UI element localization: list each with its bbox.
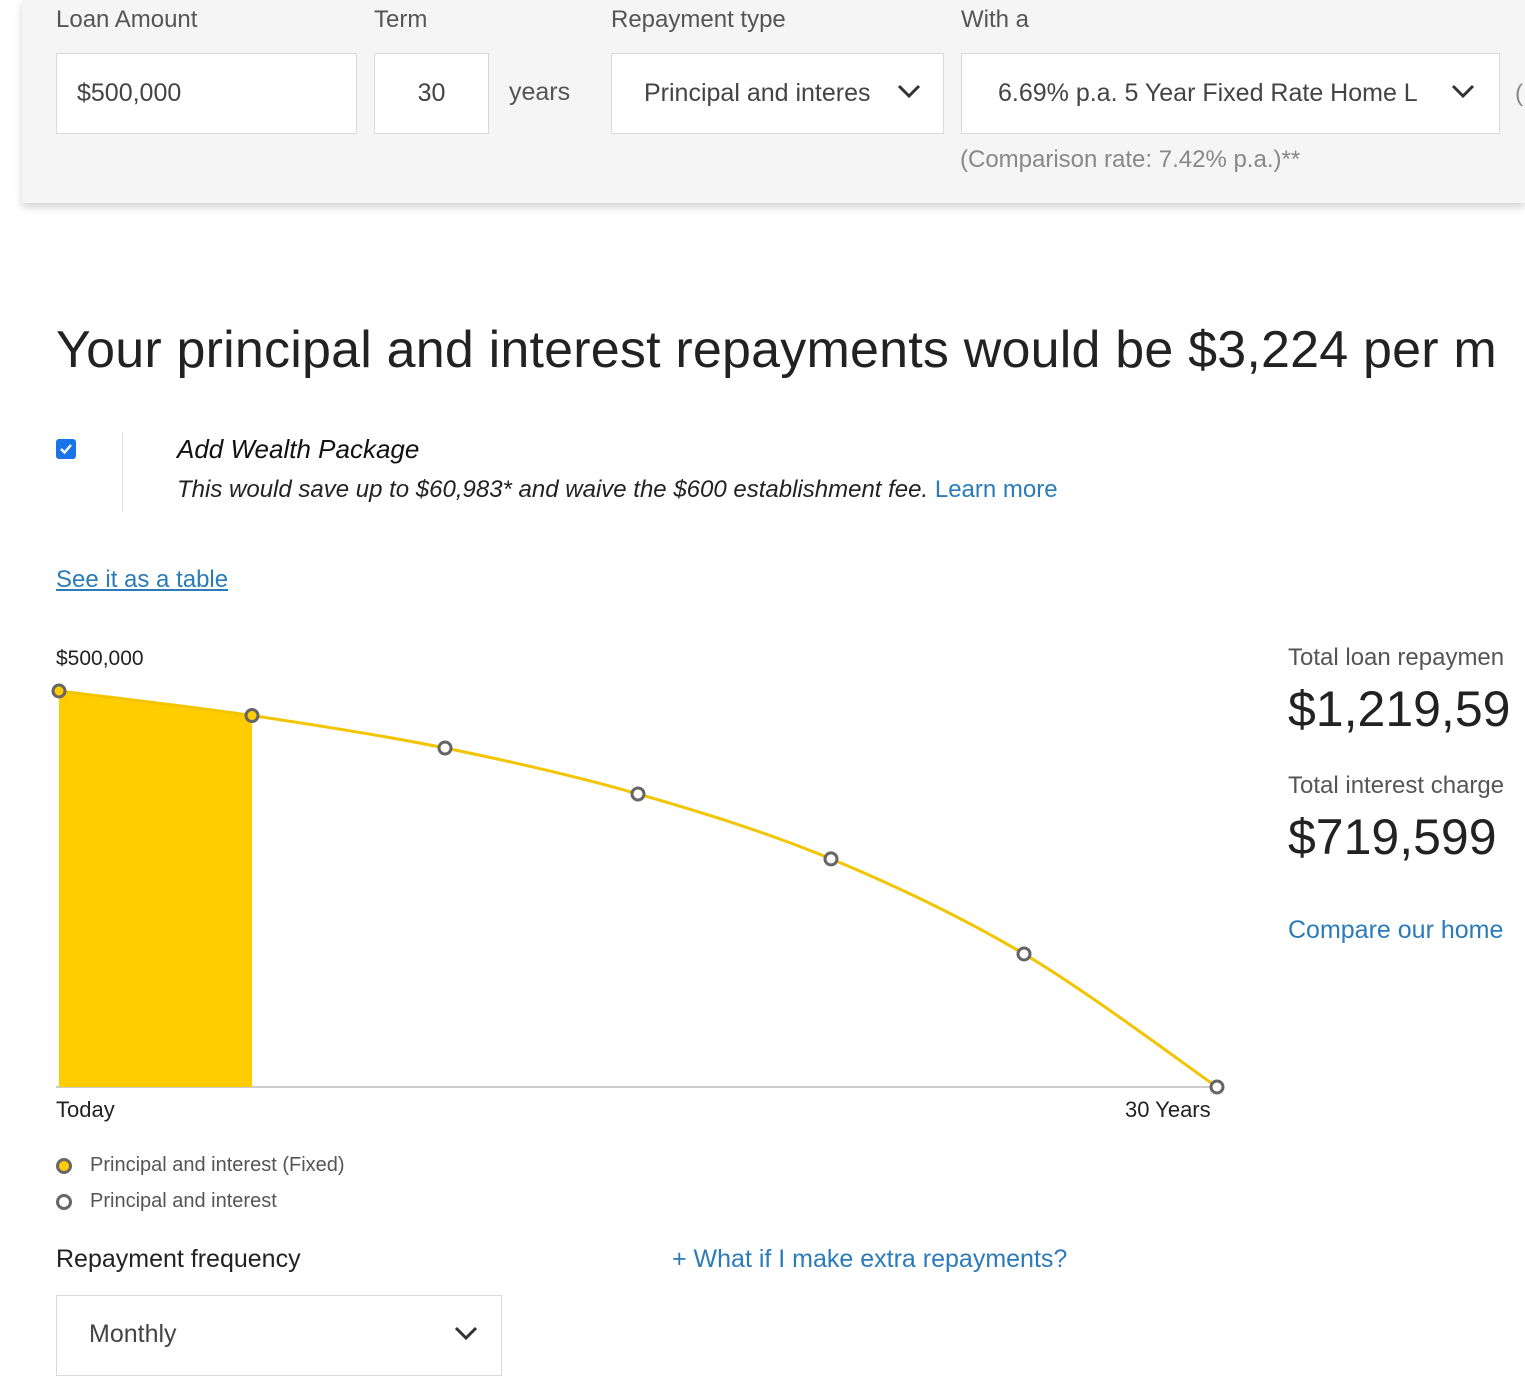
legend-dot-variable bbox=[56, 1193, 72, 1210]
total-repay-value-wrap: $1,219,59 bbox=[1288, 680, 1525, 744]
loan-balance-chart bbox=[51, 683, 1225, 1095]
rate-select[interactable]: 6.69% p.a. 5 Year Fixed Rate Home L bbox=[961, 53, 1500, 134]
legend-label-variable: Principal and interest bbox=[90, 1190, 277, 1212]
loan-amount-label: Loan Amount bbox=[56, 6, 198, 33]
data-point[interactable] bbox=[1016, 946, 1032, 962]
rate-value: 6.69% p.a. 5 Year Fixed Rate Home L bbox=[998, 79, 1418, 107]
data-point[interactable] bbox=[437, 740, 453, 756]
repayment-frequency-select[interactable]: Monthly bbox=[56, 1295, 502, 1376]
wealth-package-description: This would save up to $60,983* and waive… bbox=[177, 476, 1058, 504]
wealth-package-checkbox[interactable] bbox=[56, 439, 76, 459]
chevron-down-icon bbox=[1451, 84, 1475, 99]
divider bbox=[122, 432, 123, 512]
term-input[interactable]: 30 bbox=[374, 53, 489, 134]
chart-plot-area bbox=[51, 683, 1225, 1095]
legend-item-variable: Principal and interest bbox=[56, 1190, 277, 1213]
comparison-rate: (Comparison rate: 7.42% p.a.)** bbox=[960, 146, 1301, 173]
loan-amount-input[interactable]: $500,000 bbox=[56, 53, 357, 134]
term-value: 30 bbox=[417, 79, 446, 107]
legend-label-fixed: Principal and interest (Fixed) bbox=[90, 1154, 345, 1176]
repayment-type-value: Principal and interes bbox=[644, 79, 871, 107]
total-repay-value: $1,219,59 bbox=[1288, 681, 1511, 737]
repayment-headline: Your principal and interest repayments w… bbox=[56, 321, 1497, 379]
chart-x-start-label: Today bbox=[56, 1097, 115, 1122]
total-interest-label: Total interest charge bbox=[1288, 772, 1505, 799]
legend-item-fixed: Principal and interest (Fixed) bbox=[56, 1154, 345, 1177]
repayment-type-label: Repayment type bbox=[611, 6, 786, 33]
wealth-package-savings-text: This would save up to $60,983* and waive… bbox=[177, 476, 929, 503]
loan-amount-value: $500,000 bbox=[77, 79, 182, 107]
chevron-down-icon bbox=[454, 1326, 478, 1341]
total-interest-label-wrap: Total interest charge bbox=[1288, 772, 1525, 806]
term-label: Term bbox=[374, 6, 428, 33]
extra-repayments-link[interactable]: + What if I make extra repayments? bbox=[672, 1245, 1067, 1274]
data-point[interactable] bbox=[823, 851, 839, 867]
total-repay-label: Total loan repaymen bbox=[1288, 644, 1505, 671]
total-interest-value: $719,599 bbox=[1288, 809, 1497, 865]
term-unit: years bbox=[509, 78, 571, 106]
wealth-package-title: Add Wealth Package bbox=[177, 434, 420, 464]
data-point-fixed[interactable] bbox=[244, 708, 260, 724]
chart-x-end-label: 30 Years bbox=[1125, 1097, 1211, 1122]
data-point[interactable] bbox=[630, 786, 646, 802]
repayment-frequency-label: Repayment frequency bbox=[56, 1245, 301, 1273]
fixed-period-area bbox=[59, 691, 252, 1087]
data-point-fixed[interactable] bbox=[51, 683, 67, 699]
legend-dot-fixed bbox=[56, 1157, 72, 1174]
total-interest-value-wrap: $719,599 bbox=[1288, 808, 1525, 872]
data-point[interactable] bbox=[1209, 1079, 1225, 1095]
see-as-table-link[interactable]: See it as a table bbox=[56, 566, 228, 594]
chevron-down-icon bbox=[897, 84, 921, 99]
compare-home-loans-link[interactable]: Compare our home bbox=[1288, 916, 1503, 945]
cutoff-text: ( bbox=[1515, 80, 1523, 107]
repayment-type-select[interactable]: Principal and interes bbox=[611, 53, 944, 134]
learn-more-link[interactable]: Learn more bbox=[935, 476, 1058, 503]
checkmark-icon bbox=[60, 444, 72, 455]
total-repay-label-wrap: Total loan repaymen bbox=[1288, 644, 1525, 678]
repayment-frequency-value: Monthly bbox=[89, 1320, 177, 1348]
rate-label: With a bbox=[961, 6, 1030, 33]
